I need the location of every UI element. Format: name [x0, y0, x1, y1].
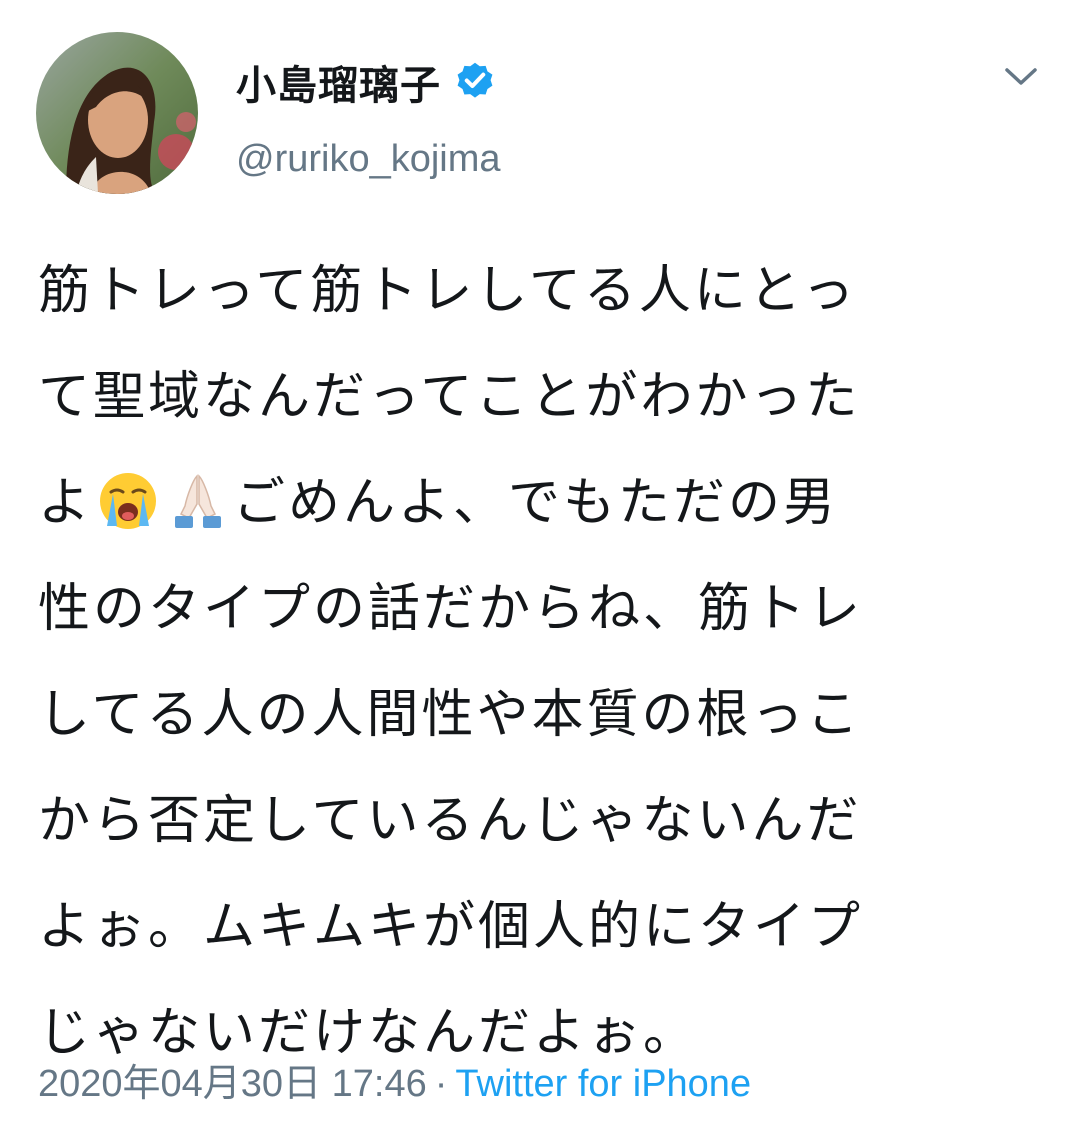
avatar[interactable]	[36, 32, 198, 194]
source-link[interactable]: Twitter for iPhone	[455, 1063, 751, 1105]
tweet-line: 筋トレって筋トレしてる人にとっ	[38, 261, 858, 321]
display-name-row: 小島瑠璃子	[236, 54, 501, 110]
tweet-card: 小島瑠璃子 @ruriko_kojima 筋トレって筋トレしてる人にとっ て聖域…	[0, 0, 1080, 1137]
meta-separator: ·	[434, 1063, 448, 1105]
tweet-line: よぉ。ムキムキが個人的にタイプ	[38, 897, 864, 957]
tweet-line: 性のタイプの話だからね、筋トレ	[38, 579, 864, 639]
loudly-crying-face-icon	[97, 462, 159, 529]
folded-hands-icon	[167, 462, 229, 528]
timestamp[interactable]: 2020年04月30日 17:46	[38, 1063, 427, 1105]
tweet-line-start: よ	[38, 473, 94, 533]
display-name[interactable]: 小島瑠璃子	[236, 53, 441, 111]
tweet-text: 筋トレって筋トレしてる人にとっ て聖域なんだってことがわかった よ ごめんよ、で…	[38, 238, 1038, 1086]
chevron-down-icon[interactable]	[1004, 66, 1038, 88]
tweet-line-with-emoji: よ ごめんよ、でもただの男	[38, 450, 1038, 556]
tweet-line: してる人の人間性や本質の根っこ	[38, 685, 862, 745]
tweet-line: から否定しているんじゃないんだ	[38, 791, 862, 851]
user-names: 小島瑠璃子 @ruriko_kojima	[236, 54, 501, 181]
tweet-line-end: ごめんよ、でもただの男	[233, 473, 839, 533]
tweet-meta: 2020年04月30日 17:46 · Twitter for iPhone	[38, 1052, 751, 1107]
tweet-header: 小島瑠璃子 @ruriko_kojima	[36, 32, 1046, 197]
user-handle[interactable]: @ruriko_kojima	[236, 138, 501, 181]
verified-badge-icon	[453, 60, 497, 104]
tweet-line: て聖域なんだってことがわかった	[38, 367, 861, 427]
